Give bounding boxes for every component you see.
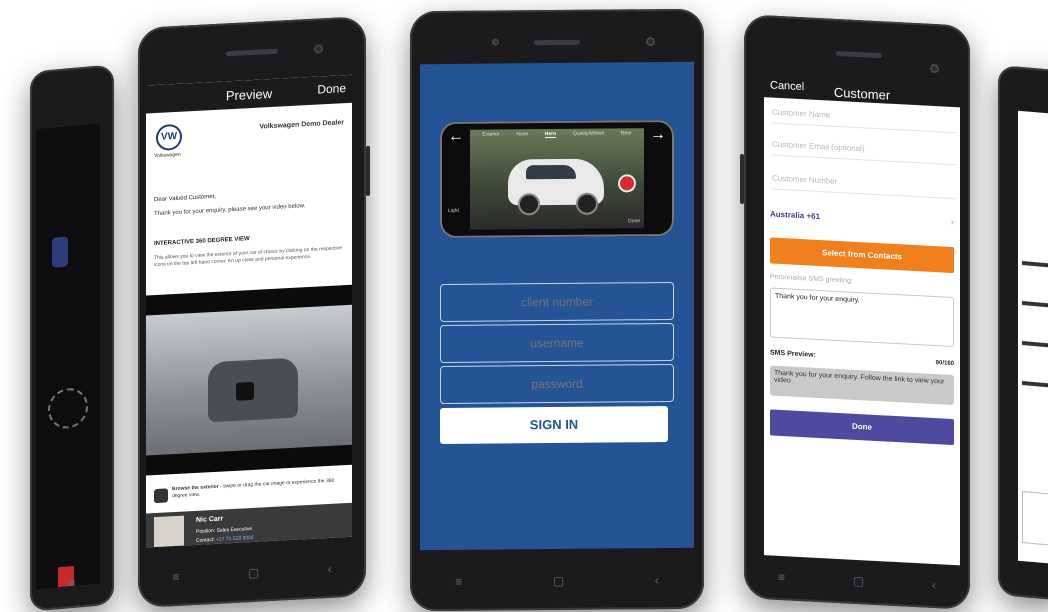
- rear-wheel: [576, 192, 598, 215]
- text-line: [1022, 341, 1048, 348]
- vw-logo-icon: VW: [156, 123, 182, 152]
- customer-navbar: ≡ ▢ ‹: [744, 568, 970, 594]
- sms-preview-label: SMS Preview:: [770, 349, 816, 359]
- text-box: [1022, 491, 1048, 546]
- preview-navbar: ≡ ▢ ‹: [138, 560, 366, 586]
- cam-tab-quality-wheel[interactable]: Quality/Wheel: [573, 131, 604, 138]
- volume-button: [740, 153, 744, 205]
- customer-name-field[interactable]: Customer Name: [772, 107, 956, 134]
- greeting-textarea[interactable]: Thank you for your enquiry.: [770, 287, 954, 348]
- menu-icon[interactable]: ≡: [455, 575, 462, 589]
- speaker: [836, 50, 882, 59]
- menu-icon[interactable]: ≡: [172, 570, 179, 584]
- rep-position: Sales Executive: [216, 525, 253, 534]
- front-wheel: [518, 193, 540, 216]
- showroom-video[interactable]: [146, 284, 352, 476]
- cam-tab-rear[interactable]: Rear: [621, 130, 632, 137]
- login-navbar: ≡ ▢ ‹: [410, 573, 704, 590]
- preview-phone: Preview Done VW Volkswagen Volkswagen De…: [138, 16, 370, 608]
- rep-position-label: Position:: [196, 527, 216, 535]
- arrow-right-icon[interactable]: →: [650, 126, 666, 144]
- sms-preview-box: Thank you for your enquiry. Follow the l…: [770, 365, 954, 406]
- arrow-left-icon[interactable]: ←: [448, 128, 464, 146]
- section-heading: INTERACTIVE 360 DEGREE VIEW: [154, 236, 250, 248]
- camera-viewfinder[interactable]: Exterior Nose Hero Quality/Wheel Rear Do…: [470, 128, 644, 230]
- rotate-360-icon: [154, 488, 168, 504]
- emblem-icon: [48, 386, 88, 431]
- front-camera: [314, 44, 323, 54]
- badge-icon: [52, 236, 68, 268]
- greeting: Dear Valued Customer,: [154, 193, 216, 204]
- rep-card: Nic Carr Position: Sales Executive Conta…: [146, 502, 352, 548]
- client-number-input[interactable]: [440, 281, 674, 323]
- chevron-right-icon: ›: [950, 216, 954, 229]
- country-select[interactable]: Australia +61: [770, 209, 820, 221]
- back-icon[interactable]: ‹: [932, 578, 936, 592]
- rep-contact-label: Contact:: [196, 536, 215, 544]
- speaker: [534, 39, 580, 46]
- intro-text: Thank you for your enquiry, please see y…: [154, 203, 306, 218]
- select-contacts-button[interactable]: Select from Contacts: [770, 237, 954, 274]
- back-icon[interactable]: ‹: [328, 562, 332, 576]
- home-icon[interactable]: ▢: [853, 574, 864, 589]
- greeting-label: Personalise SMS greeting:: [770, 273, 853, 285]
- light-label: Light: [448, 207, 459, 214]
- customer-screen: Customer Name Customer Email (optional) …: [764, 97, 960, 566]
- text-line: [1022, 261, 1048, 268]
- volume-button: [366, 145, 370, 197]
- done-button[interactable]: Done: [317, 81, 346, 97]
- camera-preview-card: ← → Light Exterior Nose Hero Quality/Whe…: [440, 119, 674, 239]
- menu-icon: ≡: [68, 575, 76, 591]
- rep-contact[interactable]: +27 71 528 8006: [216, 535, 254, 543]
- preview-screen: Preview Done VW Volkswagen Volkswagen De…: [146, 74, 352, 548]
- left-edge-phone: ≡: [30, 64, 114, 612]
- customer-done-button[interactable]: Done: [770, 409, 954, 446]
- home-icon[interactable]: ▢: [248, 566, 259, 581]
- password-input[interactable]: [440, 363, 674, 405]
- customer-number-field[interactable]: Customer Number: [772, 173, 956, 200]
- customer-email-field[interactable]: Customer Email (optional): [772, 139, 956, 166]
- menu-icon[interactable]: ≡: [778, 570, 785, 584]
- home-icon[interactable]: ▢: [553, 574, 564, 588]
- preview-header: Preview Done: [146, 74, 352, 114]
- camera-tabs: Exterior Nose Hero Quality/Wheel Rear: [474, 130, 640, 139]
- text-line: [1022, 301, 1048, 308]
- cam-tab-exterior[interactable]: Exterior: [482, 132, 499, 139]
- browse-text: Browse the exterior - swipe or drag the …: [172, 477, 344, 500]
- rep-name: Nic Carr: [196, 515, 224, 524]
- sign-in-button[interactable]: SIGN IN: [440, 406, 668, 445]
- username-input[interactable]: [440, 322, 674, 364]
- section-body: This allows you to view the exterior of …: [154, 245, 342, 269]
- camera-done[interactable]: Done: [628, 218, 640, 224]
- text-line: [1022, 381, 1048, 388]
- dealer-logo-text: Volkswagen: [154, 151, 181, 160]
- right-edge-phone-screen: [1018, 110, 1048, 565]
- cam-tab-nose[interactable]: Nose: [516, 131, 528, 138]
- login-screen: ← → Light Exterior Nose Hero Quality/Whe…: [420, 61, 694, 551]
- speaker: [226, 48, 278, 57]
- login-phone: ← → Light Exterior Nose Hero Quality/Whe…: [410, 8, 704, 612]
- dealer-name: Volkswagen Demo Dealer: [259, 119, 344, 131]
- right-edge-phone: [998, 64, 1048, 602]
- left-edge-phone-screen: [36, 123, 100, 590]
- front-camera: [930, 63, 939, 74]
- avatar: [154, 515, 184, 548]
- sensor: [492, 38, 499, 46]
- front-camera: [646, 37, 655, 47]
- back-icon[interactable]: ‹: [655, 573, 659, 587]
- customer-phone: Cancel Customer Customer Name Customer E…: [740, 14, 970, 610]
- sms-count: 90/160: [935, 360, 954, 368]
- play-icon[interactable]: [236, 381, 254, 401]
- record-button[interactable]: [620, 176, 634, 191]
- cam-tab-hero[interactable]: Hero: [544, 131, 557, 139]
